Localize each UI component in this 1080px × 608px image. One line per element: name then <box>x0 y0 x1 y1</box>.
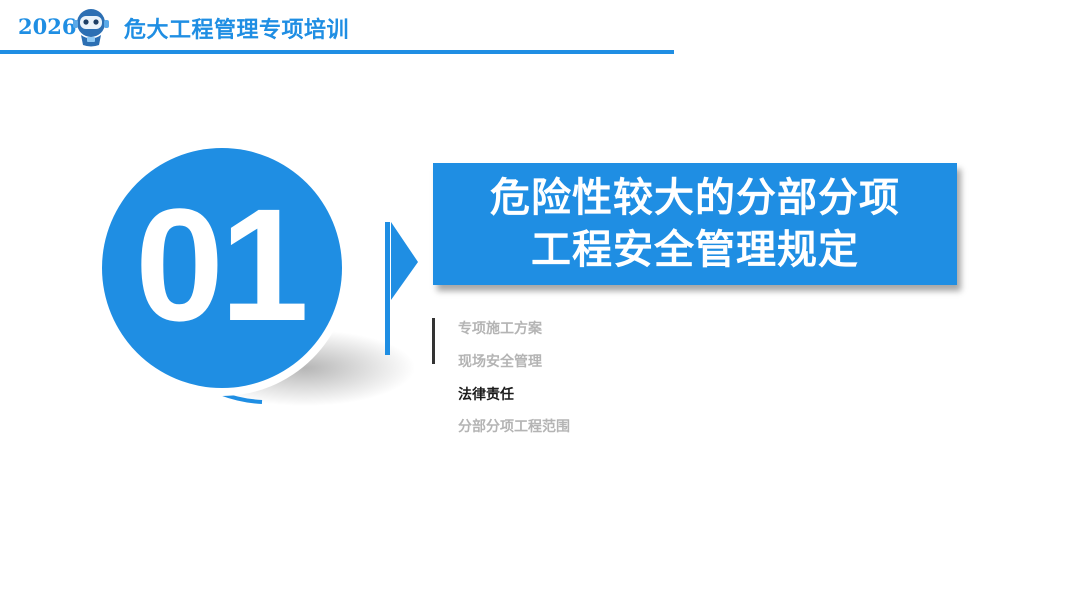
agenda-item-construction-plan[interactable]: 专项施工方案 <box>458 318 542 338</box>
header-year: 2026 <box>18 14 77 39</box>
header-divider <box>0 50 674 54</box>
agenda-item-project-scope[interactable]: 分部分项工程范围 <box>458 416 570 436</box>
agenda-item-site-safety[interactable]: 现场安全管理 <box>458 351 542 371</box>
section-number: 01 <box>135 175 309 354</box>
slide-header: 2026 危大工程管理专项培训 <box>0 0 1080 58</box>
section-title-banner: 危险性较大的分部分项 工程安全管理规定 <box>433 163 957 285</box>
agenda-indicator-bar <box>432 318 435 364</box>
header-title: 危大工程管理专项培训 <box>124 17 350 43</box>
section-title-line-1: 危险性较大的分部分项 <box>490 175 900 221</box>
robot-mascot-icon <box>73 9 109 47</box>
agenda-item-legal-liability[interactable]: 法律责任 <box>458 384 514 404</box>
section-title-line-2: 工程安全管理规定 <box>531 227 859 273</box>
